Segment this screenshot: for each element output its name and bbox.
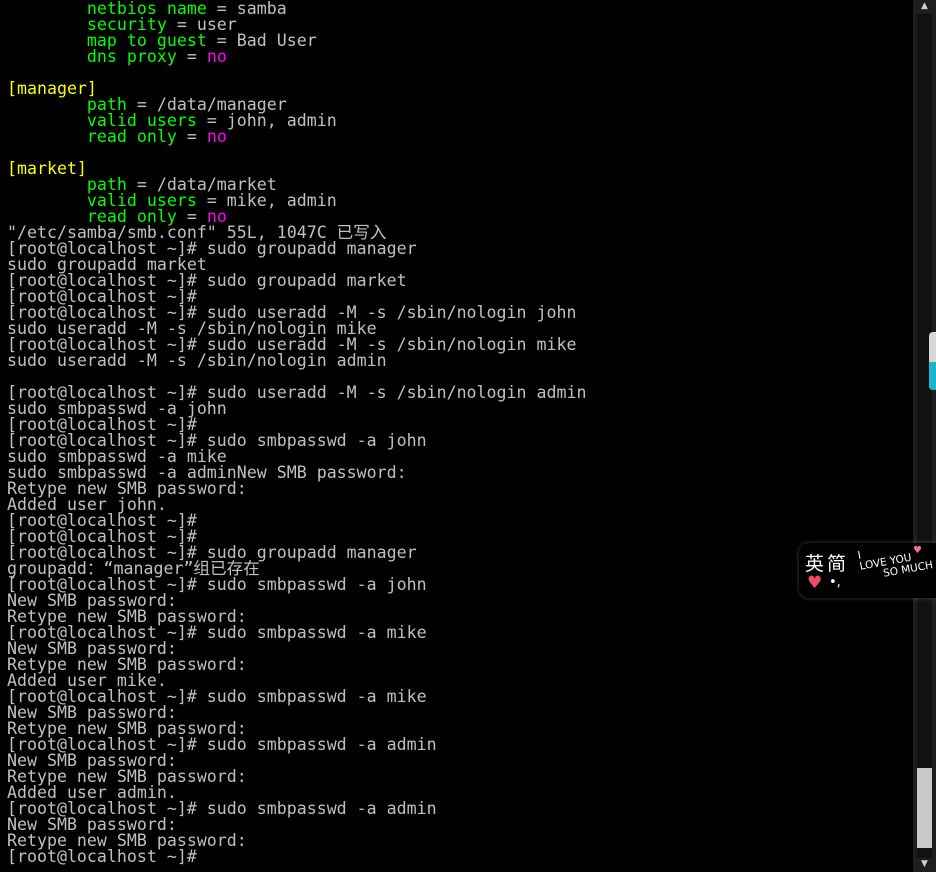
terminal-text-segment: =: [176, 127, 207, 146]
terminal-window: netbios name = samba security = user map…: [0, 0, 936, 872]
terminal-line: read only = no: [7, 127, 586, 146]
scroll-thumb[interactable]: [917, 768, 932, 848]
ime-side-tab[interactable]: [929, 332, 936, 390]
vertical-scrollbar[interactable]: ▲ ▼: [913, 0, 936, 872]
terminal-text-segment: =: [176, 47, 207, 66]
terminal-text-segment: sudo useradd -M -s /sbin/nologin admin: [7, 351, 387, 370]
terminal-text-segment: no: [206, 127, 227, 146]
ime-language-toggle[interactable]: 英简: [805, 549, 849, 576]
terminal-text-segment: no: [206, 47, 227, 66]
heart-icon: ♥: [807, 573, 823, 593]
ime-punctuation-toggle[interactable]: •,: [829, 575, 841, 590]
ime-skin-slogan: I LOVE YOU SO MUCH: [857, 543, 936, 583]
terminal-line: dns proxy = no: [7, 47, 586, 66]
small-heart-icon: ♥: [913, 545, 922, 556]
terminal-line: sudo useradd -M -s /sbin/nologin admin: [7, 351, 586, 370]
scroll-up-arrow-icon[interactable]: ▲: [917, 0, 932, 12]
ime-side-tab-accent: [929, 362, 936, 390]
terminal-text-segment: dns proxy: [7, 47, 177, 66]
scroll-down-arrow-icon[interactable]: ▼: [917, 858, 932, 870]
terminal-text-segment: read only: [7, 127, 177, 146]
terminal-text: netbios name = samba security = user map…: [7, 0, 586, 866]
terminal-line: [root@localhost ~]#: [7, 847, 586, 866]
scroll-track[interactable]: [917, 14, 932, 858]
terminal-output[interactable]: netbios name = samba security = user map…: [0, 0, 913, 872]
ime-toolbar[interactable]: 英简 ♥ •, I LOVE YOU SO MUCH ♥: [799, 543, 936, 598]
terminal-text-segment: [root@localhost ~]#: [7, 847, 197, 866]
